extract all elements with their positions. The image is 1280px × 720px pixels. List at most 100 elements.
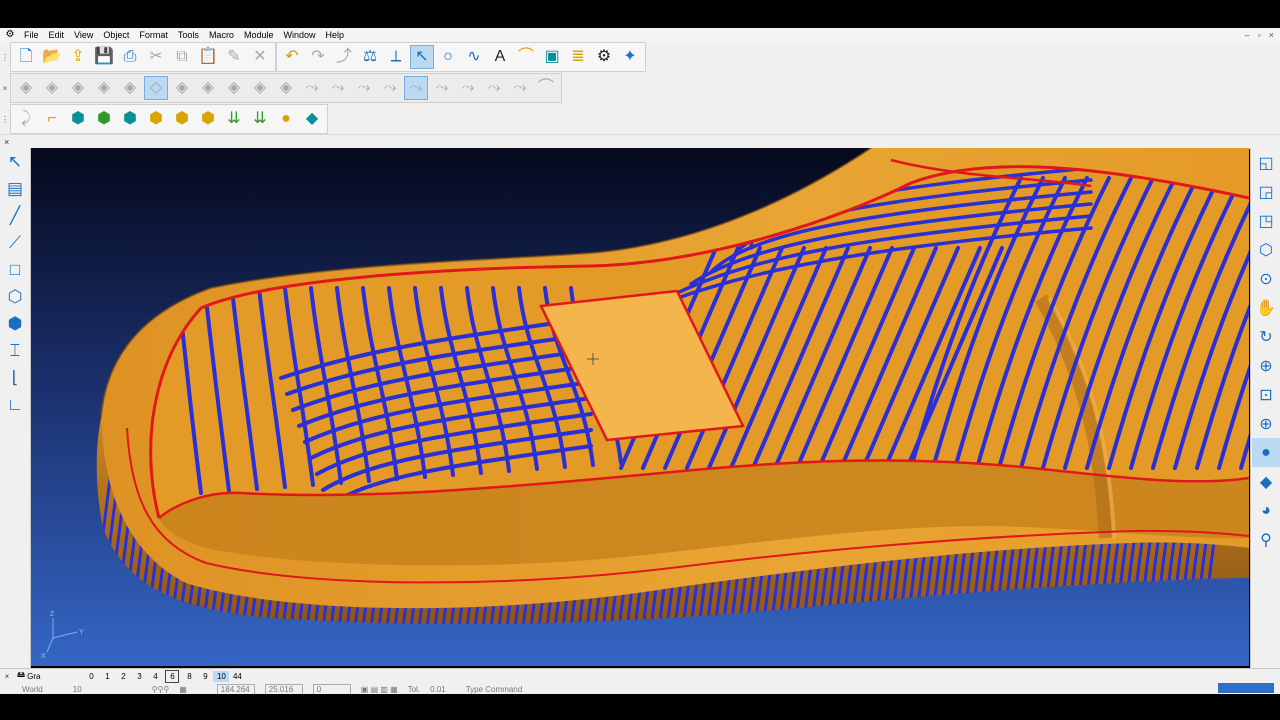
toolbar-grip[interactable]: ⋮: [0, 104, 10, 134]
line-icon[interactable]: ╱: [1, 203, 29, 229]
cube-icon[interactable]: ⬢: [1, 311, 29, 337]
view-number[interactable]: 3: [131, 671, 147, 682]
surface-k-icon[interactable]: ◈: [274, 76, 298, 100]
project-down-icon[interactable]: ⇊: [222, 107, 246, 131]
coord-z-field[interactable]: 0: [312, 683, 351, 695]
zoom-extents-icon[interactable]: ⊡: [1252, 380, 1280, 409]
surface-g-icon[interactable]: ◈: [170, 76, 194, 100]
view-perspective-icon[interactable]: ⊙: [1252, 264, 1280, 293]
viewport-canvas[interactable]: Z Y X: [31, 148, 1249, 666]
curve-i-icon[interactable]: ⤳: [508, 76, 532, 100]
edit-icon[interactable]: ✎: [222, 45, 246, 69]
tolerance-value[interactable]: 0.01: [430, 685, 446, 694]
paste-icon[interactable]: 📋: [196, 45, 220, 69]
view-number-boxed[interactable]: 6: [165, 669, 180, 683]
select-curve-icon[interactable]: ↖: [410, 45, 434, 69]
menu-view[interactable]: View: [69, 28, 98, 42]
circle-icon[interactable]: ○: [436, 45, 460, 69]
measure-icon[interactable]: ⚖: [358, 45, 382, 69]
grid-value[interactable]: 10: [73, 685, 82, 694]
toolbar-close[interactable]: ×: [0, 72, 10, 104]
surface-a-icon[interactable]: ◈: [14, 76, 38, 100]
view-number[interactable]: 1: [99, 671, 115, 682]
menu-object[interactable]: Object: [98, 28, 134, 42]
command-input[interactable]: Type Command: [466, 685, 522, 694]
close-view-icon[interactable]: ×: [0, 672, 14, 681]
pointer-icon[interactable]: ↖: [1, 149, 29, 175]
view-top-icon[interactable]: ◲: [1252, 177, 1280, 206]
rotate-view-icon[interactable]: ↻: [1252, 322, 1280, 351]
pan-icon[interactable]: ✋: [1252, 293, 1280, 322]
surface-i-icon[interactable]: ◈: [222, 76, 246, 100]
surface-e-icon[interactable]: ◈: [118, 76, 142, 100]
text-icon[interactable]: A: [488, 45, 512, 69]
coord-x-field[interactable]: 184.264: [216, 683, 255, 695]
layer-manager-icon[interactable]: ▤: [1, 176, 29, 202]
curve-g-icon[interactable]: ⤳: [456, 76, 480, 100]
sweep-icon[interactable]: ⌒: [514, 45, 538, 69]
menu-module[interactable]: Module: [239, 28, 279, 42]
coord-y-field[interactable]: 25.016: [264, 683, 303, 695]
status-icons[interactable]: ▣ ▤ ▥ ▦: [361, 685, 398, 694]
view-number[interactable]: 44: [229, 671, 245, 682]
undo-icon[interactable]: ↶: [280, 45, 304, 69]
view-number-active[interactable]: 10: [213, 670, 230, 682]
solid-boolean-icon[interactable]: ⬢: [118, 107, 142, 131]
solid-array-icon[interactable]: ⬢: [170, 107, 194, 131]
curve-a-icon[interactable]: ⤳: [300, 76, 324, 100]
shade-sphere-icon[interactable]: ●: [274, 107, 298, 131]
command-button[interactable]: [1218, 683, 1274, 693]
surface-j-icon[interactable]: ◈: [248, 76, 272, 100]
curve-f-icon[interactable]: ⤳: [430, 76, 454, 100]
box-solid-icon[interactable]: ▣: [540, 45, 564, 69]
shaded-sphere-icon[interactable]: ●: [1252, 438, 1280, 467]
curve-d-icon[interactable]: ⤳: [378, 76, 402, 100]
dimension-icon[interactable]: ⌶: [1, 338, 29, 364]
line-gray-icon[interactable]: ⤸: [14, 107, 38, 131]
magic-wand-icon[interactable]: ✦: [618, 45, 642, 69]
arc-icon[interactable]: ⌊: [1, 365, 29, 391]
shaded-box-icon[interactable]: ◆: [1252, 467, 1280, 496]
curve-j-icon[interactable]: ⌒: [534, 76, 558, 100]
curve-b-icon[interactable]: ⤳: [326, 76, 350, 100]
menu-format[interactable]: Format: [134, 28, 173, 42]
3d-viewport[interactable]: Z Y X: [31, 148, 1249, 666]
zoom-window-icon[interactable]: ⊕: [1252, 351, 1280, 380]
minimize-button[interactable]: –: [1245, 28, 1250, 42]
wireframe-globe-icon[interactable]: ⊕: [1252, 409, 1280, 438]
polyline-icon[interactable]: ⟋: [1, 230, 29, 256]
solid-move-icon[interactable]: ⬢: [66, 107, 90, 131]
menu-file[interactable]: File: [19, 28, 44, 42]
solid-rotate-icon[interactable]: ⬢: [92, 107, 116, 131]
view-iso-icon[interactable]: ⬡: [1252, 235, 1280, 264]
copy-icon[interactable]: ⧉: [170, 45, 194, 69]
view-number[interactable]: 2: [115, 671, 131, 682]
view-front-icon[interactable]: ◱: [1252, 148, 1280, 177]
open-folder-icon[interactable]: 📂: [40, 45, 64, 69]
menu-edit[interactable]: Edit: [44, 28, 70, 42]
surface-f-icon[interactable]: ◇: [144, 76, 168, 100]
view-side-icon[interactable]: ◳: [1252, 206, 1280, 235]
curve-h-icon[interactable]: ⤳: [482, 76, 506, 100]
transform-icon[interactable]: ⤴: [332, 45, 356, 69]
save-icon[interactable]: 💾: [92, 45, 116, 69]
solid-grid-icon[interactable]: ⬢: [196, 107, 220, 131]
spline-icon[interactable]: ∿: [462, 45, 486, 69]
delete-icon[interactable]: ✕: [248, 45, 272, 69]
snap-icons[interactable]: ⚲⚲⚲: [152, 685, 170, 694]
corner-icon[interactable]: ∟: [1, 392, 29, 418]
machine-icon[interactable]: ⚙: [592, 45, 616, 69]
view-number[interactable]: 4: [147, 671, 163, 682]
cut-icon[interactable]: ✂: [144, 45, 168, 69]
surface-b-icon[interactable]: ◈: [40, 76, 64, 100]
polygon-icon[interactable]: ⬡: [1, 284, 29, 310]
restore-button[interactable]: ▫: [1258, 28, 1261, 42]
view-number[interactable]: 9: [197, 671, 213, 682]
surface-h-icon[interactable]: ◈: [196, 76, 220, 100]
menu-help[interactable]: Help: [321, 28, 350, 42]
axis-icon[interactable]: ⟂: [384, 45, 408, 69]
redo-icon[interactable]: ↷: [306, 45, 330, 69]
surface-d-icon[interactable]: ◈: [92, 76, 116, 100]
curve-e-icon[interactable]: ⤳: [404, 76, 428, 100]
menu-tools[interactable]: Tools: [173, 28, 204, 42]
